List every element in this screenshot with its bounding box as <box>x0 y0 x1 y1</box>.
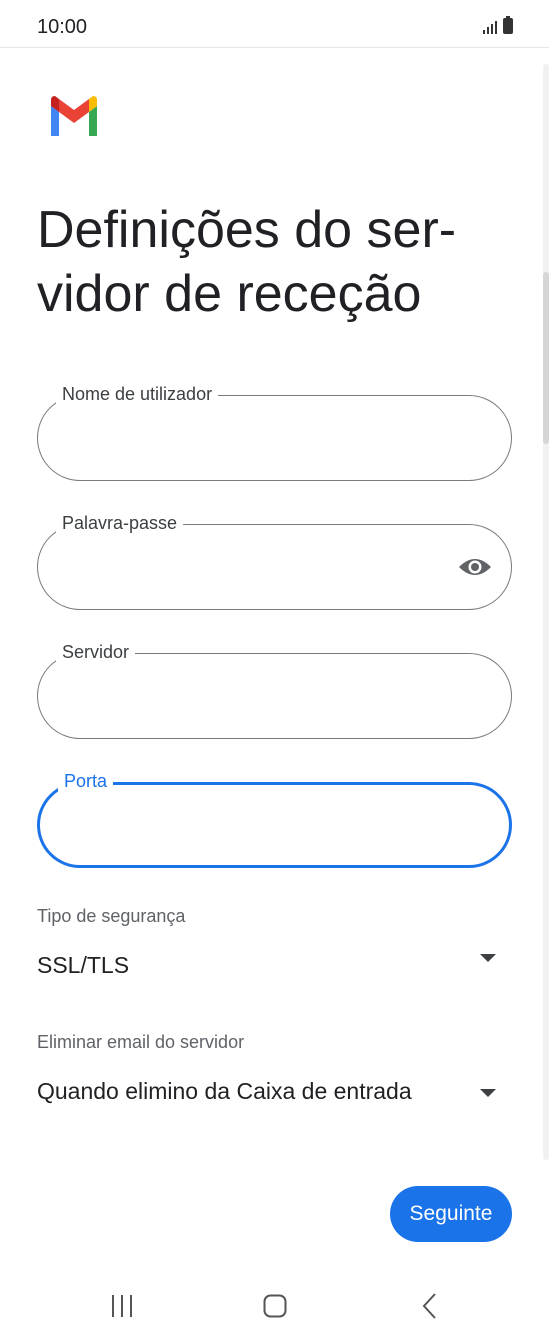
battery-icon <box>503 16 513 34</box>
username-label: Nome de utilizador <box>56 383 219 405</box>
scrollbar-track[interactable] <box>543 64 549 1160</box>
back-icon[interactable] <box>420 1292 440 1320</box>
status-time: 10:00 <box>37 16 88 38</box>
server-field[interactable]: Servidor <box>37 641 512 739</box>
delete-email-dropdown-caret-icon[interactable] <box>480 1089 496 1097</box>
gmail-logo-icon <box>51 96 97 136</box>
recents-icon[interactable] <box>110 1294 134 1318</box>
username-field[interactable]: Nome de utilizador <box>37 383 512 481</box>
delete-email-select[interactable]: Quando elimino da Caixa de entrada <box>37 1078 412 1105</box>
port-field[interactable]: Porta <box>37 770 512 868</box>
delete-email-label: Eliminar email do servidor <box>37 1032 245 1052</box>
status-icons <box>483 16 513 34</box>
password-label: Palavra-passe <box>56 512 184 534</box>
security-dropdown-caret-icon[interactable] <box>480 954 496 962</box>
security-type-label: Tipo de segurança <box>37 906 186 926</box>
show-password-eye-icon[interactable] <box>457 553 493 581</box>
signal-icon <box>483 18 497 34</box>
password-field[interactable]: Palavra-passe <box>37 512 512 610</box>
scrollbar-thumb[interactable] <box>543 272 549 444</box>
home-icon[interactable] <box>263 1294 287 1318</box>
server-label: Servidor <box>56 641 136 663</box>
port-label: Porta <box>58 770 114 792</box>
page-title: Definições do ser-vidor de receção <box>37 201 457 323</box>
next-button[interactable]: Seguinte <box>390 1186 512 1242</box>
status-bar: 10:00 <box>0 0 549 48</box>
security-type-select[interactable]: SSL/TLS <box>37 952 129 979</box>
